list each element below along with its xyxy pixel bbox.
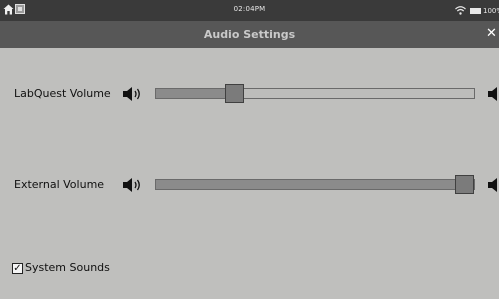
system-sounds-label[interactable]: System Sounds (25, 261, 110, 274)
dialog-title: Audio Settings (203, 28, 296, 41)
external-volume-label: External Volume (14, 178, 105, 191)
labquest-volume-label: LabQuest Volume (14, 87, 111, 100)
external-volume-thumb[interactable] (455, 175, 474, 194)
speaker-high-icon[interactable] (487, 86, 499, 102)
audio-settings-screen: 02:04PM 100% Audio Settings ✕ LabQuest V… (0, 0, 499, 299)
battery-percentage: 100% (483, 7, 499, 15)
system-sounds-checkbox[interactable]: ✓ (12, 263, 23, 274)
dialog-title-bar: Audio Settings ✕ (0, 21, 499, 48)
close-icon[interactable]: ✕ (486, 27, 498, 41)
labquest-volume-fill (156, 89, 235, 98)
battery-icon (470, 8, 481, 14)
speaker-low-icon[interactable] (122, 177, 142, 193)
external-volume-slider[interactable] (155, 175, 475, 194)
wifi-icon (455, 6, 466, 15)
speaker-low-icon[interactable] (122, 86, 142, 102)
labquest-volume-slider[interactable] (155, 84, 475, 103)
status-time: 02:04PM (233, 5, 266, 13)
labquest-volume-thumb[interactable] (225, 84, 244, 103)
checkmark-icon: ✓ (13, 263, 22, 274)
status-bar: 02:04PM 100% (0, 0, 499, 21)
speaker-high-icon[interactable] (487, 177, 499, 193)
external-volume-fill (156, 180, 465, 189)
